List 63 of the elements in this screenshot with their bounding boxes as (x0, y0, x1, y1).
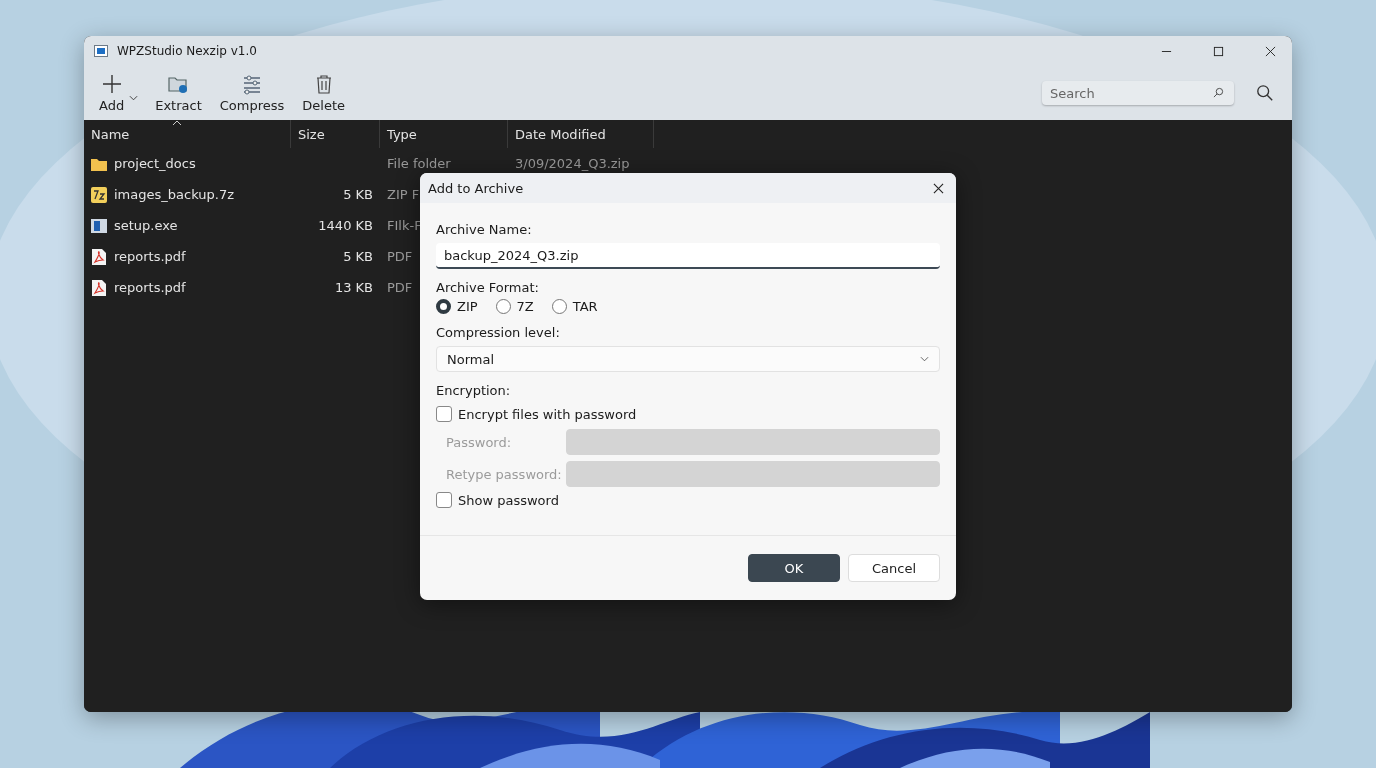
pdf-icon (91, 279, 107, 296)
ok-button[interactable]: OK (748, 554, 840, 582)
caret-icon[interactable] (129, 95, 139, 101)
password-field[interactable] (566, 429, 940, 455)
field-label: Retype password: (445, 466, 563, 482)
sliders-icon (241, 73, 263, 95)
file-type: File folder (387, 156, 451, 171)
search-icon (1213, 87, 1224, 98)
radio-button[interactable] (495, 299, 511, 314)
file-type: ZIP F (387, 187, 420, 202)
field-label: Password: (445, 434, 513, 450)
column-header[interactable]: Type (380, 120, 508, 148)
checkbox-label: Encrypt files with password (458, 406, 637, 422)
radio-label: 7Z (516, 299, 534, 314)
file-type: FIlk-F (387, 218, 422, 233)
app-icon (94, 45, 108, 57)
radio-button[interactable] (436, 299, 451, 314)
file-name: project_docs (114, 156, 196, 171)
password-field[interactable] (566, 461, 940, 487)
radio-label: TAR (572, 299, 598, 314)
close-icon[interactable] (933, 182, 944, 194)
archive-name-field[interactable]: backup_2024_Q3.zip (436, 243, 940, 269)
field-label: Archive Name: (436, 222, 532, 237)
checkbox[interactable] (436, 406, 452, 422)
cancel-button[interactable]: Cancel (848, 554, 940, 582)
column-header[interactable]: Date Modified (508, 120, 654, 148)
file-name: reports.pdf (114, 249, 186, 264)
field-label: Archive Format: (436, 280, 539, 295)
file-name: reports.pdf (114, 280, 186, 295)
toolbar-button[interactable]: Compress (214, 71, 290, 115)
field-label: Compression level: (436, 325, 560, 340)
pdf-icon (91, 248, 107, 265)
toolbar-button[interactable]: Extract (150, 71, 207, 115)
checkbox[interactable] (436, 492, 452, 508)
file-size: 5 KB (343, 249, 373, 264)
application-icon (91, 217, 107, 234)
radio-label: ZIP (457, 299, 478, 314)
file-name: setup.exe (114, 218, 178, 233)
window-title: WPZStudio Nexzip v1.0 (117, 44, 257, 58)
radio-button[interactable] (551, 299, 567, 314)
checkbox-label: Show password (458, 492, 559, 508)
file-date: 3/09/2024_Q3.zip (515, 156, 630, 171)
toolbar-button[interactable]: Add (94, 71, 130, 115)
close-icon[interactable] (1265, 45, 1276, 57)
dialog-title: Add to Archive (428, 180, 524, 196)
search-field[interactable]: Search (1042, 81, 1234, 105)
file-size: 5 KB (343, 187, 373, 202)
maximize-icon[interactable] (1213, 45, 1224, 57)
field-label: Encryption: (436, 383, 511, 398)
search-icon[interactable] (1256, 84, 1274, 102)
archive-icon (91, 186, 107, 203)
column-header[interactable]: Size (291, 120, 380, 148)
toolbar-button[interactable]: Delete (297, 71, 350, 115)
sort-icon (172, 120, 182, 126)
column-header[interactable]: Name (84, 120, 291, 148)
compression-dropdown[interactable]: Normal (436, 346, 940, 372)
plus-icon (100, 73, 123, 95)
file-type: PDF (387, 249, 413, 264)
file-size: 13 KB (334, 280, 373, 295)
file-size: 1440 KB (318, 218, 373, 233)
file-name: images_backup.7z (114, 187, 234, 202)
file-type: PDF (387, 280, 413, 295)
caret-icon (920, 356, 929, 362)
